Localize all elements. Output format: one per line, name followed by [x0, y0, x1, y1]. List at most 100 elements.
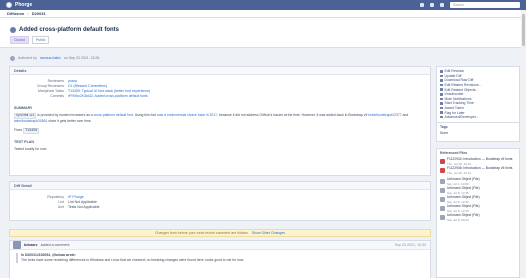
- author-avatar[interactable]: [10, 55, 15, 61]
- test-plan-text: Tested locally for now: [14, 147, 47, 151]
- referenced-files-heading: Referenced Files: [440, 151, 468, 155]
- hidden-changes-text: Changes from before your most recent com…: [154, 231, 249, 235]
- trophy-icon: [440, 106, 443, 110]
- user-menu-icon[interactable]: [440, 3, 444, 7]
- file-date: Sat, Jul 1, 19:09: [447, 181, 469, 186]
- action-label: Edit Related Objects...: [444, 87, 479, 92]
- file-icon: [440, 179, 445, 184]
- summary-text-part: . Using this font: [132, 113, 158, 117]
- list-item[interactable]: F1122934: Introduction — Bootstrap v5 fo…: [437, 157, 519, 166]
- author-name-link[interactable]: rasmus-babic: [40, 56, 61, 60]
- file-date: Sat, Jul 8, 12:32: [447, 199, 469, 204]
- summary-text-part: and: [401, 113, 409, 117]
- file-icon: [440, 188, 445, 193]
- hidden-changes-notice: Changes from before your most recent com…: [9, 229, 431, 237]
- summary-text-part: since it gets better over time.: [47, 119, 92, 123]
- summary-link-default-font[interactable]: cross-platform default font: [94, 113, 133, 117]
- commit-link[interactable]: rPHXbc2f18d42: Added cross-platform defa…: [68, 94, 148, 98]
- tags-value: None: [440, 131, 449, 135]
- action-label: Start Tracking Time: [444, 101, 474, 106]
- authored-by-line: Authored by rasmus-babic on Sep 23 2021,…: [10, 54, 430, 62]
- show-older-changes-link[interactable]: Show Older Changes: [252, 231, 285, 235]
- action-label: Flag for Later: [444, 110, 465, 115]
- breadcrumb-item-revision[interactable]: D20031: [32, 11, 46, 16]
- group-reviewers-value[interactable]: D1 (Blessed Committers): [68, 84, 107, 88]
- reviewers-value[interactable]: prana: [68, 79, 77, 83]
- unit-label: Unit: [57, 204, 64, 209]
- commenter-avatar[interactable]: [13, 241, 21, 249]
- details-heading: Details: [10, 67, 430, 75]
- comment-block: bekaarc added a comment. Sep 23 2021, 15…: [9, 240, 431, 278]
- referenced-files-box: Referenced Files F1122934: Introduction …: [436, 148, 520, 278]
- fixes-task-tag[interactable]: T13459: [23, 128, 40, 134]
- action-label: Unsubscribe: [444, 92, 464, 97]
- commenter-name[interactable]: bekaarc: [24, 243, 38, 247]
- comment-date[interactable]: Sep 23 2021, 15:30: [395, 243, 426, 247]
- action-label: Update Diff: [444, 73, 462, 78]
- summary-link-bootstrap-22377[interactable]: twbs/bootstrap#22377: [368, 113, 401, 117]
- clock-icon: [440, 102, 443, 105]
- maniphest-tasks-label: Maniphest Tasks: [37, 88, 64, 93]
- download-icon: [440, 79, 443, 82]
- repository-label: Repository: [47, 194, 64, 199]
- revision-status-icon: [10, 27, 16, 33]
- status-badge: Closed: [10, 36, 29, 44]
- flag-icon: [440, 111, 443, 114]
- summary-link-controversial[interactable]: was a controversial choice back in 2017: [157, 113, 217, 117]
- maniphest-task-link[interactable]: T13459: Typical UI font stack (better fo…: [68, 89, 150, 93]
- messages-icon[interactable]: [430, 3, 434, 7]
- action-label: Download Raw Diff: [444, 78, 474, 83]
- brand-logo[interactable]: Phorge: [6, 2, 32, 8]
- test-plan-heading: TEST PLAN: [14, 140, 34, 144]
- list-item[interactable]: Unknown Object (File) Sat, Jul 8, 12:35: [437, 186, 519, 195]
- bell-slash-icon: [440, 97, 443, 101]
- fixes-label: Fixes: [14, 128, 23, 132]
- breadcrumb-item-diffusion[interactable]: Diffusion: [7, 11, 24, 16]
- commits-label: Commits: [50, 93, 64, 98]
- file-date: Sat, Jul 8, 09:23: [447, 217, 469, 222]
- diff-detail-heading: Diff Detail: [10, 182, 430, 190]
- action-label: Edit Related Revisions...: [444, 83, 482, 88]
- comment-action: added a comment.: [40, 243, 71, 247]
- summary-link-bootstrap-30561[interactable]: twbs/bootstrap#30561: [14, 119, 47, 123]
- page-scrollbar[interactable]: [521, 10, 526, 278]
- author-date: on Sep 23 2021, 15:26.: [63, 56, 101, 60]
- action-advanced-developer[interactable]: Advanced/Developer...: [437, 115, 519, 120]
- lint-label: Lint: [58, 199, 64, 204]
- group-reviewers-label: Group Reviewers: [36, 83, 64, 88]
- diff-detail-panel: Diff Detail Repository rP Phorge Lint Lint…: [9, 181, 431, 221]
- file-image-icon: [440, 168, 445, 173]
- comment-body: The fonts have some rendering difference…: [21, 258, 245, 262]
- visibility-badge: Public: [31, 36, 50, 44]
- list-item[interactable]: Unknown Object (File) Sat, Jul 8, 12:32: [437, 195, 519, 204]
- file-date: Thu, Jul 28, 19:19: [447, 161, 472, 166]
- action-label: Edit Revision: [444, 69, 465, 74]
- summary-heading: SUMMARY: [14, 106, 33, 110]
- notifications-icon[interactable]: [420, 3, 424, 7]
- unit-value: Tests Not Applicable: [68, 204, 100, 209]
- revision-header: Added cross-platform default fonts Close…: [0, 18, 526, 48]
- file-date: Sat, Jul 8, 12:35: [447, 190, 469, 195]
- pencil-icon: [440, 70, 443, 73]
- file-image-icon: [440, 159, 445, 164]
- authored-by-label: Authored by: [18, 56, 37, 60]
- list-item[interactable]: Unknown Object (File) Sat, Jul 8, 09:23: [437, 213, 519, 222]
- list-item[interactable]: Unknown Object (File) Sat, Jul 1, 19:09: [437, 177, 519, 186]
- list-item[interactable]: Unknown Object (File) Sat, Jul 8, 12:29: [437, 204, 519, 213]
- link-icon: [440, 88, 443, 91]
- file-icon: [440, 206, 445, 211]
- action-label: Advanced/Developer...: [444, 115, 479, 120]
- summary-text-part: , because it did not address GitHub's is…: [217, 113, 369, 117]
- summary-text-part: is provided by modern browsers as a: [36, 113, 94, 117]
- details-panel: Details Reviewers prana Group Reviewers D1…: [9, 66, 431, 176]
- file-icon: [440, 215, 445, 220]
- repository-link[interactable]: rP Phorge: [68, 195, 84, 199]
- reviewers-label: Reviewers: [47, 78, 64, 83]
- list-item[interactable]: F1122936: Introduction — Bootstrap v5 fo…: [437, 166, 519, 177]
- breadcrumb: Diffusion › D20031: [0, 10, 526, 18]
- brand-name: Phorge: [15, 2, 33, 8]
- magic-icon: [440, 115, 443, 119]
- scrollbar-thumb[interactable]: [522, 14, 525, 46]
- global-search-input[interactable]: Search: [450, 2, 520, 8]
- top-navigation-bar: Phorge Search: [0, 0, 526, 10]
